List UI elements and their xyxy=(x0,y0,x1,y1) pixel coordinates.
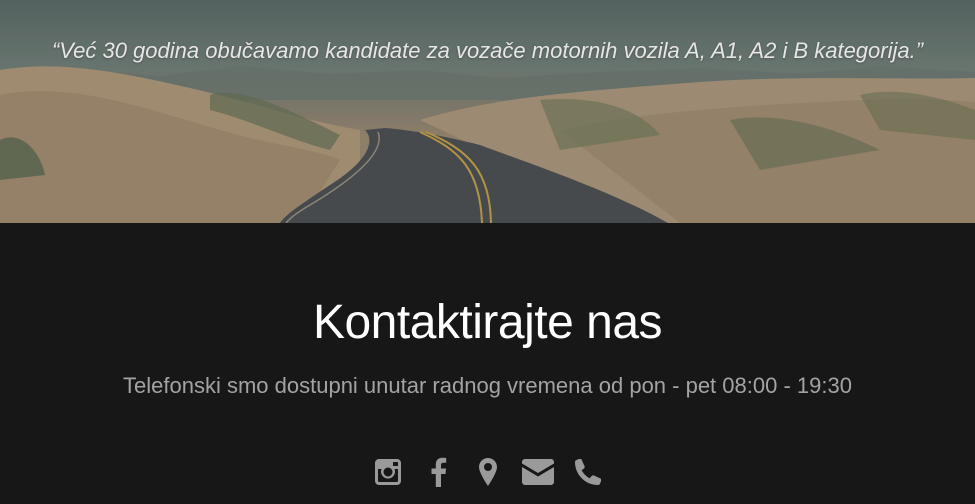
location-link[interactable] xyxy=(463,455,513,489)
facebook-link[interactable] xyxy=(413,455,463,489)
instagram-link[interactable] xyxy=(363,455,413,489)
contact-section: Kontaktirajte nas Telefonski smo dostupn… xyxy=(0,223,975,504)
contact-subtitle: Telefonski smo dostupni unutar radnog vr… xyxy=(123,373,852,398)
contact-title: Kontaktirajte nas xyxy=(312,296,663,349)
phone-icon xyxy=(574,459,601,485)
email-link[interactable] xyxy=(513,455,563,489)
facebook-icon xyxy=(431,457,446,487)
hero-banner: “Već 30 godina obučavamo kandidate za vo… xyxy=(0,0,975,223)
map-marker-icon xyxy=(478,458,497,486)
hero-quote: “Već 30 godina obučavamo kandidate za vo… xyxy=(51,38,924,63)
envelope-icon xyxy=(521,459,554,485)
instagram-icon xyxy=(374,459,401,485)
social-links xyxy=(0,455,975,489)
phone-link[interactable] xyxy=(563,455,613,489)
